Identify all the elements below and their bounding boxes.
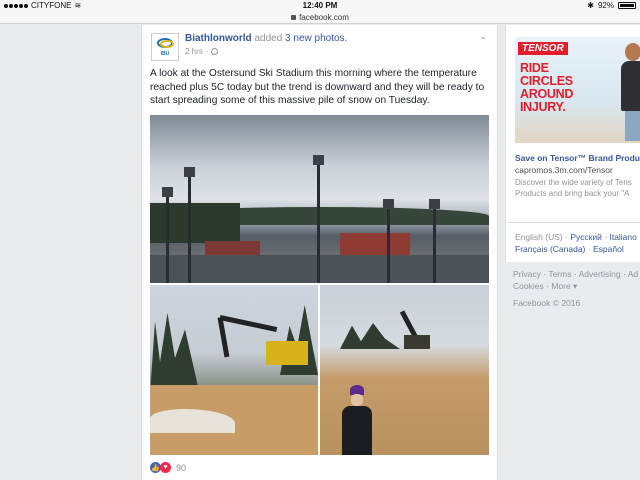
sponsored-ad[interactable]: TENSOR RIDE CIRCLES AROUND INJURY. Save … [505,25,640,225]
meta-separator: · [205,47,209,56]
chevron-down-icon[interactable]: ⌄ [479,31,487,42]
excavator-body-shape [266,341,308,365]
ad-headline: RIDE CIRCLES AROUND INJURY. [520,62,600,114]
ad-description: Discover the wide variety of Tens Produc… [515,177,632,199]
post-action: added [251,33,286,44]
ad-headline-line: INJURY. [520,100,566,114]
ad-image[interactable]: TENSOR RIDE CIRCLES AROUND INJURY. [515,37,640,143]
battery-icon [618,2,636,9]
photo-stadium[interactable] [150,115,489,283]
photo-excavator-2[interactable] [320,285,489,455]
footer-link-terms[interactable]: Terms [548,269,571,279]
language-option[interactable]: Italiano [609,232,636,242]
feed-post: IBU Biathlonworld added 3 new photos. 2 … [141,25,498,480]
light-pole-shape [184,167,195,283]
avatar-label: IBU [160,51,170,57]
clock: 12:40 PM [302,1,338,10]
page-footer: Privacy · Terms · Advertising · Ad Cooki… [513,268,638,309]
copyright: Facebook © 2016 [513,298,581,308]
trees-shape [150,203,240,243]
footer-more-button[interactable]: More ▾ [551,281,577,291]
language-option[interactable]: Español [593,244,624,254]
light-pole-shape [429,199,440,283]
ad-domain: capromos.3m.com/Tensor [515,165,613,175]
separator: · [587,244,591,254]
ad-brand-logo: TENSOR [518,42,568,55]
lock-icon [291,15,297,21]
author-link[interactable]: Biathlonworld [185,33,252,44]
page-avatar[interactable]: IBU [151,33,179,61]
footer-link-privacy[interactable]: Privacy [513,269,541,279]
footer-link-cookies[interactable]: Cookies [513,281,544,291]
post-header: Biathlonworld added 3 new photos. [185,33,347,44]
language-selector: English (US) · Русский · Italiano França… [505,222,640,262]
separator: · [565,232,568,242]
ad-description-line: Products and bring back your "A [515,189,630,198]
post-time[interactable]: 2 hrs [185,47,203,56]
url-text: facebook.com [299,13,349,22]
excavator-arm-shape [219,315,278,333]
light-pole-shape [383,199,394,283]
globe-icon [211,48,219,55]
building-shape [205,241,260,255]
stadium-building-shape [340,233,410,257]
separator: · [546,281,549,291]
separator: · [573,269,577,279]
ad-title-link[interactable]: Save on Tensor™ Brand Produ [515,153,640,163]
photos-link[interactable]: 3 new photos. [285,33,347,44]
reactions-bar[interactable]: 👍 ♥ 90 [150,462,186,473]
reaction-count: 90 [176,462,187,473]
excavator-arm-shape [399,310,418,338]
footer-link-ad-choices[interactable]: Ad [628,269,638,279]
excavator-body-shape [404,335,430,349]
love-reaction-icon: ♥ [160,462,171,473]
excavator-arm-shape [217,317,230,358]
photo-excavator-1[interactable] [150,285,318,455]
battery-group: ✱ 92% [587,1,636,10]
footer-link-advertising[interactable]: Advertising [579,269,621,279]
trees-shape [150,313,200,395]
separator: · [604,232,608,242]
current-language: English (US) [515,232,563,242]
separator: · [543,269,547,279]
language-option[interactable]: Français (Canada) [515,244,585,254]
light-pole-shape [313,155,324,283]
trees-shape [340,323,400,349]
person-shape [342,385,372,455]
separator: · [623,269,626,279]
post-meta: 2 hrs · [185,47,219,56]
address-bar[interactable]: facebook.com [0,12,640,24]
ad-model-figure [617,43,640,143]
ad-description-line: Discover the wide variety of Tens [515,178,632,187]
post-caption: A look at the Ostersund Ski Stadium this… [150,68,485,106]
light-pole-shape [162,187,173,283]
battery-percent: 92% [597,1,614,10]
status-bar: CITYFONE ≋ 12:40 PM ✱ 92% [0,0,640,12]
ibu-logo-ring2-icon [160,40,174,48]
bluetooth-icon: ✱ [587,1,594,10]
language-option[interactable]: Русский [570,232,602,242]
